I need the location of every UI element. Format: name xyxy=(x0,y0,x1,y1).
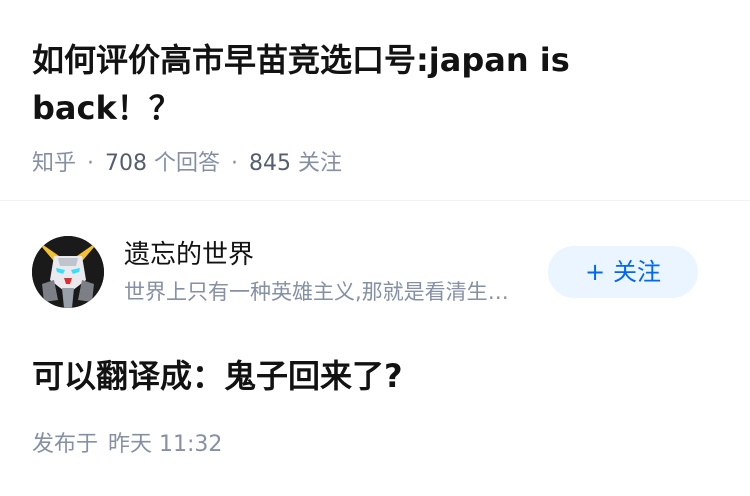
follow-button-label: 关注 xyxy=(613,258,662,286)
question-meta: 知乎 · 708 个回答 · 845 关注 xyxy=(32,150,672,178)
publish-prefix: 发布于 xyxy=(32,432,99,457)
source-label[interactable]: 知乎 xyxy=(32,151,76,176)
answer-content: 可以翻译成：鬼子回来了? xyxy=(32,357,403,395)
author-info: 遗忘的世界 世界上只有一种英雄主义,那就是看清生活的真相之后依然热爱生活 +关注 xyxy=(32,236,718,308)
question-title[interactable]: 如何评价高市早苗竞选口号:japan is back！？ xyxy=(32,36,672,132)
answers-label: 个回答 xyxy=(154,151,221,176)
meta-separator: · xyxy=(231,151,239,176)
author-headline: 世界上只有一种英雄主义,那就是看清生活的真相之后依然热爱生活 xyxy=(124,280,524,304)
publish-time: 昨天 11:32 xyxy=(108,432,223,457)
author-name[interactable]: 遗忘的世界 xyxy=(124,238,254,272)
followers-count: 845 xyxy=(249,151,292,176)
gundam-avatar-icon[interactable] xyxy=(32,236,104,308)
answers-count: 708 xyxy=(105,151,148,176)
answer-page: 如何评价高市早苗竞选口号:japan is back！？ 知乎 · 708 个回答 ·… xyxy=(0,0,750,496)
plus-icon: + xyxy=(584,258,606,286)
question-header: 如何评价高市早苗竞选口号:japan is back！？ 知乎 · 708 个回答 ·… xyxy=(32,36,672,178)
follow-button[interactable]: + 关注 xyxy=(548,246,698,298)
section-divider xyxy=(0,200,750,201)
answer-publish-time: 发布于 昨天 11:32 xyxy=(32,430,222,460)
followers-label: 关注 xyxy=(298,151,343,176)
meta-separator: · xyxy=(87,151,95,176)
